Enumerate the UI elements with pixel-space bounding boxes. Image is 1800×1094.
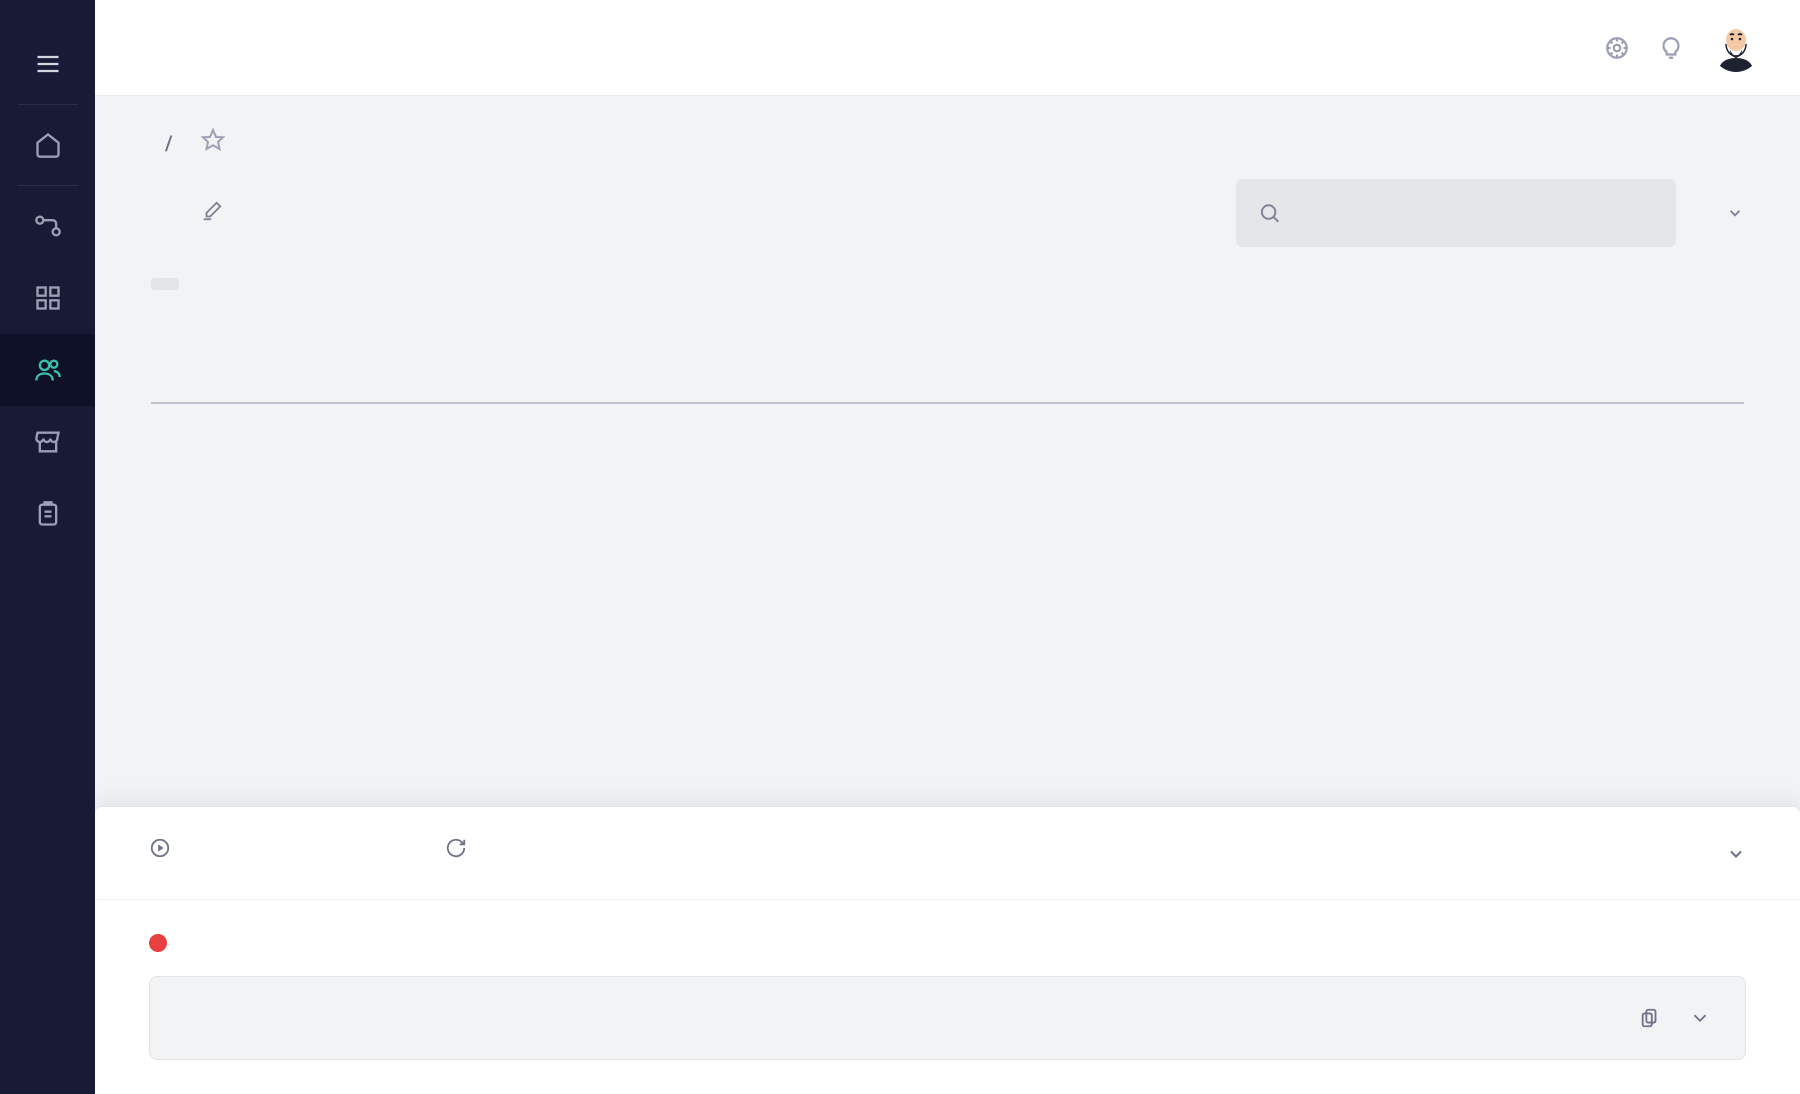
detail-panel	[95, 806, 1800, 1094]
detail-body	[95, 900, 1800, 1094]
clipboard-icon	[34, 500, 62, 528]
badge-row	[151, 275, 1744, 294]
detail-execution-col	[445, 837, 481, 875]
home-icon	[34, 131, 62, 159]
chevron-down-icon	[1726, 204, 1744, 222]
store-icon	[34, 428, 62, 456]
search-box[interactable]	[1236, 179, 1676, 247]
favorite-button[interactable]	[201, 128, 225, 157]
sidebar	[0, 0, 95, 1094]
detail-message-box	[149, 976, 1746, 1060]
lightbulb-icon	[1658, 35, 1684, 61]
settings-button[interactable]	[1604, 35, 1630, 61]
play-circle-icon	[149, 837, 171, 859]
breadcrumb-separator: /	[165, 131, 173, 155]
status-dot	[149, 934, 167, 952]
main: /	[95, 0, 1800, 1094]
pencil-icon	[201, 200, 223, 222]
menu-button[interactable]	[0, 28, 95, 100]
chevron-down-icon	[1726, 844, 1746, 864]
search-input[interactable]	[1301, 202, 1654, 225]
nav-home[interactable]	[0, 109, 95, 181]
breadcrumb: /	[151, 128, 1744, 157]
nav-logs[interactable]	[0, 478, 95, 550]
content: /	[95, 96, 1800, 1094]
topbar	[95, 0, 1800, 96]
help-button[interactable]	[1658, 35, 1684, 61]
nav-marketplace[interactable]	[0, 406, 95, 478]
detail-instance-col	[149, 837, 185, 875]
table-header	[151, 374, 1744, 404]
edit-button[interactable]	[201, 200, 223, 226]
detail-timestamp-row	[149, 934, 1746, 952]
filter-button[interactable]	[1716, 204, 1744, 222]
star-icon	[201, 128, 225, 152]
avatar[interactable]	[1712, 24, 1760, 72]
detail-header	[95, 807, 1800, 900]
logs-table	[95, 332, 1800, 404]
nav-integrations[interactable]	[0, 190, 95, 262]
page-header: /	[95, 96, 1800, 332]
divider	[18, 104, 78, 105]
copy-icon[interactable]	[1639, 1007, 1661, 1029]
menu-icon	[34, 50, 62, 78]
chevron-down-icon[interactable]	[1689, 1007, 1711, 1029]
nav-components[interactable]	[0, 262, 95, 334]
tier-badge	[151, 278, 179, 290]
grid-icon	[34, 284, 62, 312]
flow-icon	[34, 212, 62, 240]
nav-customers[interactable]	[0, 334, 95, 406]
users-icon	[34, 356, 62, 384]
avatar-image	[1712, 24, 1760, 72]
search-icon	[1258, 200, 1281, 226]
title-row	[151, 179, 1744, 247]
divider	[18, 185, 78, 186]
gear-icon	[1604, 35, 1630, 61]
collapse-button[interactable]	[1726, 844, 1746, 868]
refresh-icon	[445, 837, 467, 859]
